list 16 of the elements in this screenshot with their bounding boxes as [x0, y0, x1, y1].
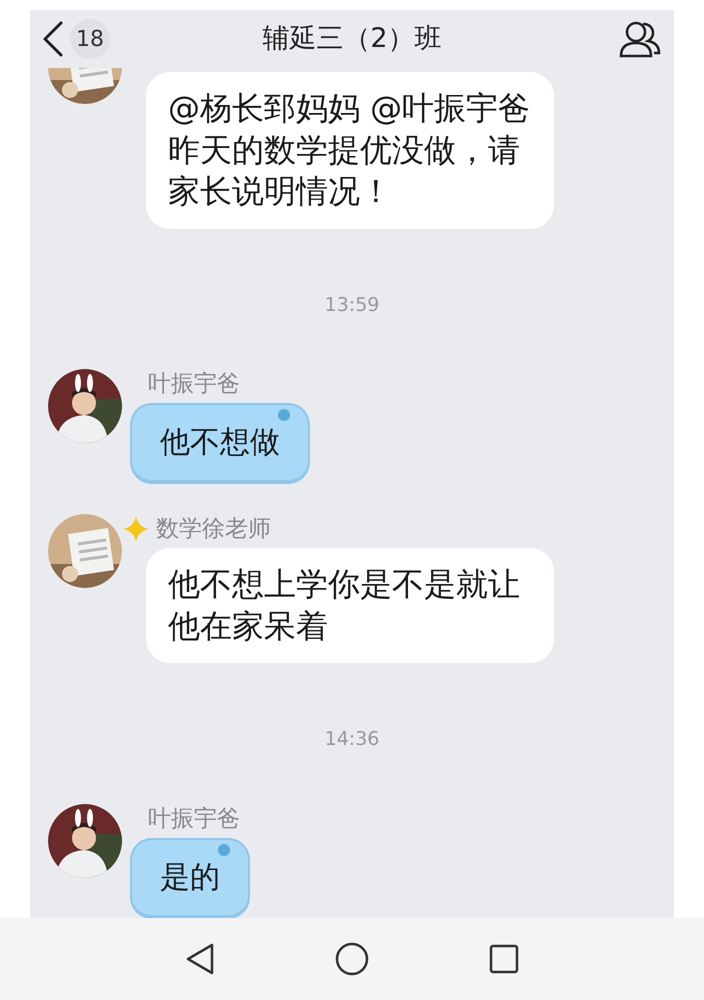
message-bubble: 他不想做: [130, 403, 310, 484]
timestamp: 13:59: [324, 292, 380, 318]
message-bubble: @杨长郅妈妈 @叶振宇爸昨天的数学提优没做，请家长说明情况！: [146, 72, 554, 229]
back-icon[interactable]: [42, 21, 64, 57]
sender-name: 数学徐老师: [156, 515, 271, 544]
message-bubble: 他不想上学你是不是就让他在家呆着: [146, 548, 554, 664]
sender-name: 叶振宇爸: [148, 804, 240, 834]
back-icon[interactable]: [185, 942, 215, 976]
timestamp: 14:36: [324, 727, 380, 752]
recent-apps-icon[interactable]: [489, 944, 519, 974]
chat-title: 辅延三（2）班: [262, 22, 442, 56]
unread-count[interactable]: 18: [70, 19, 110, 59]
message-bubble: 是的: [130, 838, 250, 918]
group-members-icon[interactable]: [618, 19, 662, 59]
sender-name: 叶振宇爸: [148, 370, 240, 400]
home-icon[interactable]: [335, 942, 369, 976]
